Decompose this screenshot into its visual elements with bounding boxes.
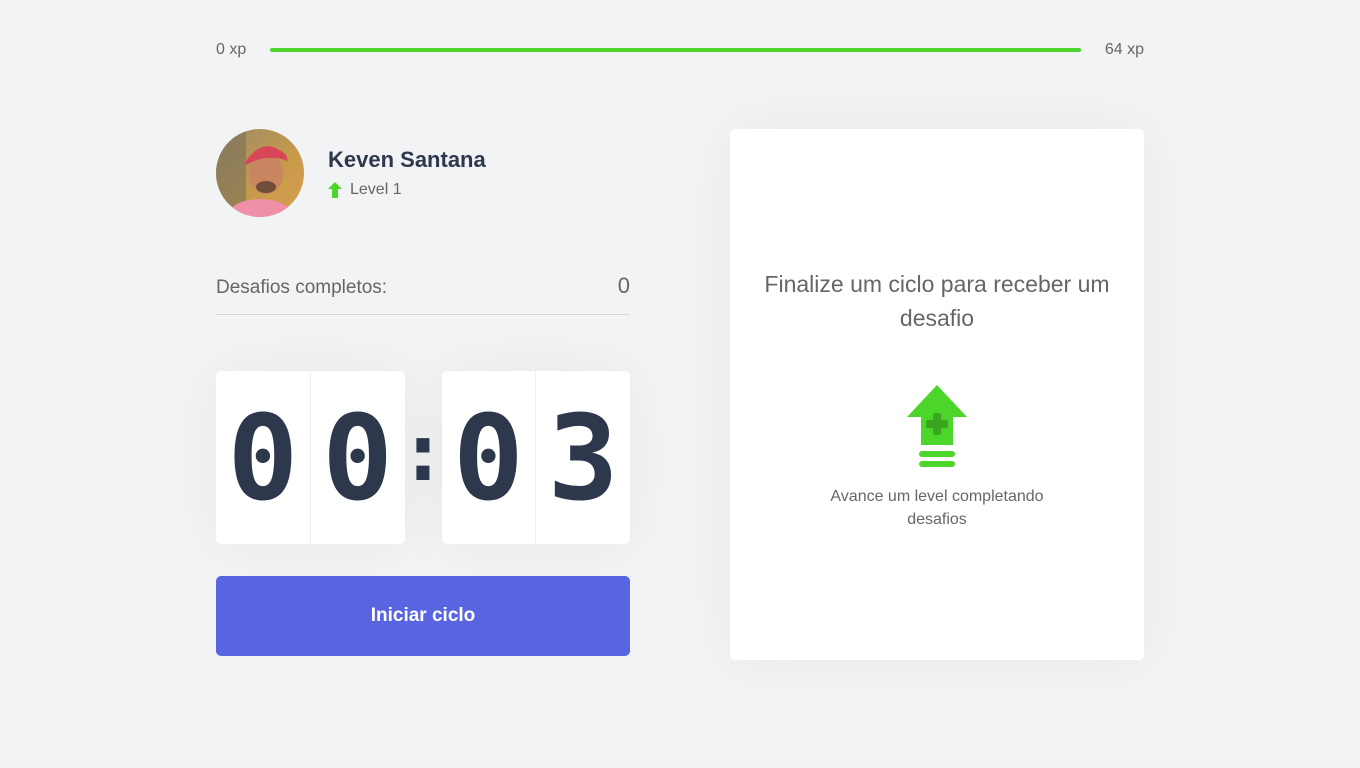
left-column: Keven Santana Level 1 Desafios completos… [216, 129, 630, 656]
profile-level-label: Level 1 [350, 181, 402, 198]
start-cycle-button[interactable]: Iniciar ciclo [216, 576, 630, 656]
challenge-hint: Avance um level completando desafios [830, 488, 1044, 528]
minute-digit-left: 0 [227, 388, 299, 527]
xp-progress-fill [270, 48, 1081, 52]
completed-challenges: Desafios completos: 0 [216, 273, 630, 315]
second-digit-right: 3 [535, 371, 630, 544]
profile-info: Keven Santana Level 1 [328, 147, 486, 199]
countdown-seconds: 0 3 [441, 371, 630, 544]
level-up-icon [907, 385, 967, 467]
profile: Keven Santana Level 1 [216, 129, 630, 217]
xp-end-label: 64 xp [1104, 41, 1144, 58]
profile-level: Level 1 [328, 181, 486, 199]
completed-challenges-count: 0 [617, 273, 630, 298]
countdown: 0 0 : 0 3 [216, 371, 630, 544]
challenge-title: Finalize um ciclo para receber um desafi… [764, 271, 1110, 331]
challenge-box: Finalize um ciclo para receber um desafi… [730, 129, 1144, 660]
countdown-minutes: 0 0 [216, 371, 405, 544]
second-digit-left: 0 [452, 388, 524, 527]
avatar [216, 129, 304, 217]
countdown-separator: : [398, 406, 448, 499]
level-arrow-icon [328, 182, 342, 198]
minute-digit-right: 0 [309, 371, 405, 544]
xp-start-label: 0 xp [216, 41, 247, 58]
xp-track [270, 48, 1081, 52]
completed-challenges-label: Desafios completos: [216, 277, 388, 298]
profile-name: Keven Santana [328, 147, 486, 172]
experience-bar: 0 xp 64 xp [216, 38, 1144, 62]
